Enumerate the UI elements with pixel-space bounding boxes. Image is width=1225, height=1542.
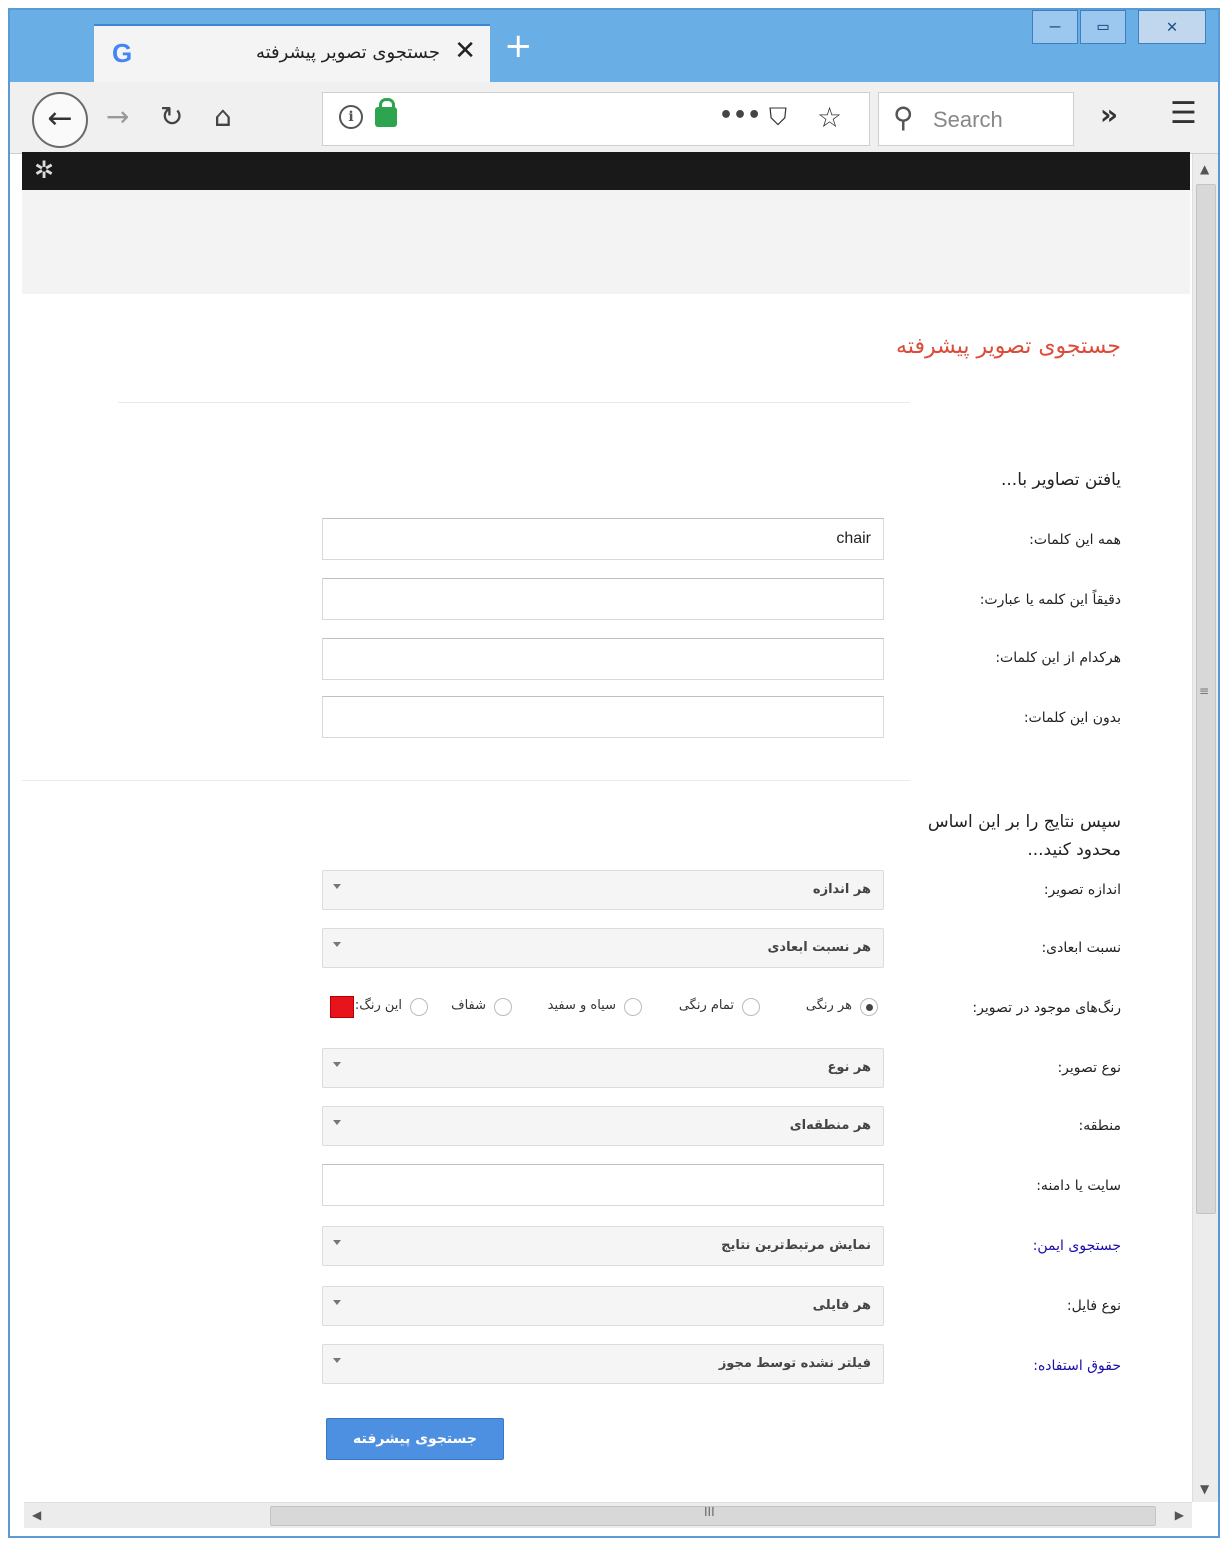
- title-bar: G جستجوی تصویر پیشرفته ✕ + – ▭ ✕: [10, 10, 1218, 82]
- dropdown-arrow-icon: [333, 1062, 341, 1067]
- forward-button[interactable]: →: [106, 100, 129, 133]
- safe-search-value: نمایش مرتبط‌ترین نتایج: [721, 1238, 871, 1253]
- image-size-select[interactable]: هر اندازه: [322, 870, 884, 910]
- dropdown-arrow-icon: [333, 1300, 341, 1305]
- colors-label: رنگ‌های موجود در تصویر:: [972, 1000, 1121, 1016]
- image-type-value: هر نوع: [827, 1060, 871, 1075]
- search-placeholder: Search: [933, 107, 1003, 132]
- aspect-ratio-label: نسبت ابعادی:: [1041, 940, 1121, 956]
- google-favicon-icon: G: [112, 38, 133, 68]
- dropdown-arrow-icon: [333, 1240, 341, 1245]
- narrow-results-heading-line2: محدود کنید...: [1027, 840, 1121, 860]
- page-actions-button[interactable]: •••: [719, 103, 761, 128]
- horizontal-grip: III: [704, 1505, 715, 1519]
- region-select[interactable]: هر منطقه‌ای: [322, 1106, 884, 1146]
- tab-title: جستجوی تصویر پیشرفته: [255, 42, 440, 63]
- dropdown-arrow-icon: [333, 942, 341, 947]
- region-label: منطقه:: [1078, 1118, 1121, 1134]
- secure-lock-icon: [375, 98, 397, 127]
- navigation-toolbar: ← → ↻ ⌂ i ••• ⛉ ☆ ⚲ Search » ☰: [10, 82, 1218, 154]
- radio-label: هر رنگی: [805, 998, 852, 1013]
- radio-label: تمام رنگی: [678, 998, 734, 1013]
- vertical-scrollbar[interactable]: ▲ ≡ ▼: [1192, 154, 1218, 1502]
- radio-transparent[interactable]: شفاف: [432, 994, 512, 1020]
- gear-icon[interactable]: ✲: [34, 156, 54, 184]
- minimize-button[interactable]: –: [1032, 10, 1078, 44]
- scroll-left-arrow-icon[interactable]: ◀: [32, 1508, 41, 1522]
- radio-label: این رنگ:: [354, 998, 402, 1013]
- new-tab-button[interactable]: +: [504, 26, 533, 66]
- hamburger-menu-icon[interactable]: ☰: [1170, 96, 1197, 131]
- close-window-button[interactable]: ✕: [1138, 10, 1206, 44]
- dropdown-arrow-icon: [333, 1120, 341, 1125]
- pocket-icon[interactable]: ⛉: [769, 103, 787, 131]
- scroll-up-arrow-icon[interactable]: ▲: [1200, 162, 1209, 176]
- header-band: [22, 190, 1190, 294]
- divider: [118, 402, 910, 403]
- aspect-ratio-value: هر نسبت ابعادی: [767, 940, 871, 955]
- horizontal-scrollbar[interactable]: ◀ III ▶: [24, 1502, 1192, 1528]
- usage-rights-link[interactable]: حقوق استفاده:: [1033, 1358, 1121, 1374]
- region-value: هر منطقه‌ای: [789, 1118, 871, 1133]
- file-type-select[interactable]: هر فایلی: [322, 1286, 884, 1326]
- browser-search-box[interactable]: ⚲ Search: [878, 92, 1074, 146]
- tab-close-icon[interactable]: ✕: [454, 36, 476, 66]
- safe-search-select[interactable]: نمایش مرتبط‌ترین نتایج: [322, 1226, 884, 1266]
- overflow-chevron-icon[interactable]: »: [1100, 98, 1118, 131]
- radio-full-color[interactable]: تمام رنگی: [650, 994, 760, 1020]
- none-words-label: بدون این کلمات:: [1023, 710, 1121, 726]
- scroll-right-arrow-icon[interactable]: ▶: [1175, 1508, 1184, 1522]
- radio-label: شفاف: [451, 998, 486, 1013]
- find-images-heading: یافتن تصاویر با...: [1000, 470, 1121, 490]
- image-size-label: اندازه تصویر:: [1043, 882, 1121, 898]
- safe-search-link[interactable]: جستجوی ایمن:: [1033, 1238, 1121, 1254]
- back-button[interactable]: ←: [32, 92, 88, 148]
- settings-bar: ✲: [22, 152, 1190, 190]
- radio-label: سیاه و سفید: [547, 998, 616, 1013]
- site-label: سایت یا دامنه:: [1036, 1178, 1121, 1194]
- bookmark-star-icon[interactable]: ☆: [817, 101, 842, 134]
- any-words-input[interactable]: [322, 638, 884, 680]
- site-input[interactable]: [322, 1164, 884, 1206]
- file-type-label: نوع فایل:: [1066, 1298, 1121, 1314]
- maximize-button[interactable]: ▭: [1080, 10, 1126, 44]
- reload-button[interactable]: ↻: [160, 100, 183, 133]
- usage-rights-select[interactable]: فیلتر نشده توسط مجوز: [322, 1344, 884, 1384]
- address-bar[interactable]: i ••• ⛉ ☆: [322, 92, 870, 146]
- narrow-results-heading-line1: سپس نتایج را بر این اساس: [927, 812, 1121, 832]
- image-type-label: نوع تصویر:: [1057, 1060, 1121, 1076]
- radio-any-color[interactable]: هر رنگی: [768, 994, 878, 1020]
- dropdown-arrow-icon: [333, 1358, 341, 1363]
- all-words-input[interactable]: chair: [322, 518, 884, 560]
- scroll-down-arrow-icon[interactable]: ▼: [1200, 1482, 1209, 1496]
- scroll-grip-icon: ≡: [1199, 684, 1210, 698]
- radio-button[interactable]: [494, 998, 512, 1016]
- radio-button[interactable]: [742, 998, 760, 1016]
- exact-phrase-label: دقیقاً این کلمه یا عبارت:: [979, 592, 1121, 608]
- page-title: جستجوی تصویر پیشرفته: [896, 334, 1121, 359]
- advanced-search-button[interactable]: جستجوی پیشرفته: [326, 1418, 504, 1460]
- file-type-value: هر فایلی: [812, 1298, 871, 1313]
- home-button[interactable]: ⌂: [214, 100, 232, 133]
- radio-black-white[interactable]: سیاه و سفید: [522, 994, 642, 1020]
- all-words-label: همه این کلمات:: [1029, 532, 1121, 548]
- usage-rights-value: فیلتر نشده توسط مجوز: [718, 1356, 871, 1371]
- radio-button[interactable]: [624, 998, 642, 1016]
- exact-phrase-input[interactable]: [322, 578, 884, 620]
- image-size-value: هر اندازه: [812, 882, 871, 897]
- color-swatch[interactable]: [330, 996, 354, 1018]
- dropdown-arrow-icon: [333, 884, 341, 889]
- image-type-select[interactable]: هر نوع: [322, 1048, 884, 1088]
- vertical-scroll-thumb[interactable]: [1196, 184, 1216, 1214]
- divider: [22, 780, 910, 781]
- color-radio-group: هر رنگی تمام رنگی سیاه و سفید شفاف این ر…: [330, 994, 878, 1022]
- aspect-ratio-select[interactable]: هر نسبت ابعادی: [322, 928, 884, 968]
- active-tab[interactable]: G جستجوی تصویر پیشرفته ✕: [94, 24, 490, 82]
- radio-button[interactable]: [410, 998, 428, 1016]
- none-words-input[interactable]: [322, 696, 884, 738]
- search-icon: ⚲: [893, 101, 914, 134]
- any-words-label: هرکدام از این کلمات:: [995, 650, 1121, 666]
- site-info-icon[interactable]: i: [339, 105, 363, 129]
- radio-button[interactable]: [860, 998, 878, 1016]
